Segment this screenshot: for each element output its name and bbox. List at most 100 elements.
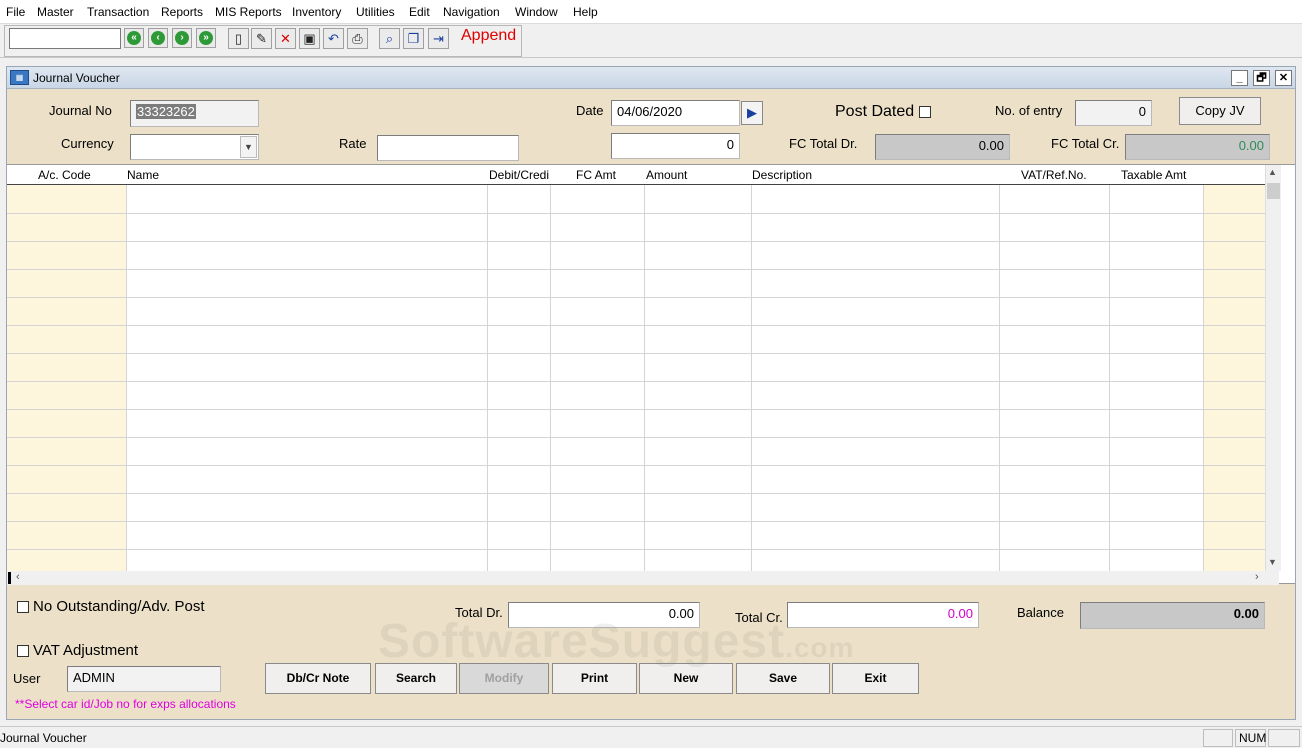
no-outstanding-label: No Outstanding/Adv. Post bbox=[33, 598, 205, 615]
status-pane bbox=[1203, 729, 1233, 747]
mode-label: Append bbox=[461, 27, 517, 44]
horizontal-scrollbar[interactable]: ‹ › bbox=[7, 571, 1279, 585]
menu-window[interactable]: Window bbox=[515, 5, 558, 19]
chevron-down-icon[interactable]: ▼ bbox=[240, 136, 257, 158]
allocation-note: **Select car id/Job no for exps allocati… bbox=[15, 697, 236, 711]
fc-total-dr-field: 0.00 bbox=[875, 134, 1010, 160]
balance-field: 0.00 bbox=[1080, 602, 1265, 629]
save-icon[interactable]: ▣ bbox=[299, 28, 320, 49]
user-field: ADMIN bbox=[67, 666, 221, 692]
journal-no-label: Journal No bbox=[49, 103, 112, 118]
grid-column bbox=[7, 185, 127, 571]
db-cr-note-button[interactable]: Db/Cr Note bbox=[265, 663, 371, 694]
journal-no-value: 33323262 bbox=[136, 104, 196, 119]
menu-help[interactable]: Help bbox=[573, 5, 598, 19]
grid-column bbox=[645, 185, 752, 571]
menu-utilities[interactable]: Utilities bbox=[356, 5, 395, 19]
no-of-entry-label: No. of entry bbox=[995, 103, 1063, 118]
menu-inventory[interactable]: Inventory bbox=[292, 5, 341, 19]
table-row bbox=[7, 409, 1265, 410]
fc-amount-value: 0 bbox=[726, 137, 734, 152]
new-document-icon[interactable]: ▯ bbox=[228, 28, 249, 49]
close-icon[interactable]: ✕ bbox=[1275, 70, 1292, 86]
currency-label: Currency bbox=[61, 136, 114, 151]
table-row bbox=[7, 213, 1265, 214]
previous-record-icon[interactable]: ‹ bbox=[148, 28, 168, 48]
date-field[interactable]: 04/06/2020 bbox=[611, 100, 740, 126]
date-label: Date bbox=[576, 103, 604, 118]
minimize-icon[interactable]: _ bbox=[1231, 70, 1248, 86]
table-row bbox=[7, 353, 1265, 354]
table-row bbox=[7, 325, 1265, 326]
grid-column bbox=[1000, 185, 1110, 571]
vertical-scrollbar[interactable]: ▲ ▼ bbox=[1265, 165, 1281, 571]
no-of-entry-value: 0 bbox=[1138, 104, 1146, 119]
user-label: User bbox=[13, 671, 41, 686]
window-title: Journal Voucher bbox=[33, 71, 120, 85]
date-value: 04/06/2020 bbox=[617, 104, 683, 119]
undo-icon[interactable]: ↶ bbox=[323, 28, 344, 49]
scroll-down-icon[interactable]: ▼ bbox=[1268, 557, 1277, 567]
menu-master[interactable]: Master bbox=[37, 5, 74, 19]
table-row bbox=[7, 493, 1265, 494]
toolbar-record-combo[interactable] bbox=[9, 28, 121, 49]
rate-field[interactable] bbox=[377, 135, 519, 161]
delete-icon[interactable]: ✕ bbox=[275, 28, 296, 49]
post-dated-checkbox[interactable] bbox=[919, 106, 931, 118]
table-row bbox=[7, 437, 1265, 438]
num-lock-indicator: NUM bbox=[1235, 729, 1266, 747]
column-header-vat-ref-no[interactable]: VAT/Ref.No. bbox=[1021, 168, 1087, 182]
scroll-up-icon[interactable]: ▲ bbox=[1268, 167, 1277, 177]
no-of-entry-field[interactable]: 0 bbox=[1075, 100, 1152, 126]
find-icon[interactable]: ⌕ bbox=[379, 28, 400, 49]
watermark: SoftwareSuggest.com bbox=[378, 614, 854, 669]
column-header-description[interactable]: Description bbox=[752, 168, 812, 182]
scroll-left-icon[interactable]: ‹ bbox=[16, 571, 20, 583]
first-record-icon[interactable]: « bbox=[124, 28, 144, 48]
menu-mis-reports[interactable]: MIS Reports bbox=[215, 5, 282, 19]
table-row bbox=[7, 521, 1265, 522]
vat-adjustment-checkbox[interactable] bbox=[17, 645, 29, 657]
column-header-ac-code[interactable]: A/c. Code bbox=[38, 168, 91, 182]
journal-no-field[interactable]: 33323262 bbox=[130, 100, 259, 127]
column-header-fc-amt[interactable]: FC Amt bbox=[576, 168, 616, 182]
scroll-thumb[interactable] bbox=[1267, 183, 1280, 199]
column-header-amount[interactable]: Amount bbox=[646, 168, 687, 182]
status-pane bbox=[1268, 729, 1300, 747]
user-value: ADMIN bbox=[73, 670, 115, 685]
menu-file[interactable]: File bbox=[6, 5, 25, 19]
menu-edit[interactable]: Edit bbox=[409, 5, 430, 19]
table-row bbox=[7, 381, 1265, 382]
next-record-icon[interactable]: › bbox=[172, 28, 192, 48]
watermark-text: SoftwareSuggest bbox=[378, 615, 786, 668]
restore-icon[interactable]: 🗗 bbox=[1253, 70, 1270, 86]
watermark-suffix: .com bbox=[785, 632, 855, 663]
scroll-right-icon[interactable]: › bbox=[1255, 571, 1259, 583]
column-header-debit-credit[interactable]: Debit/Credi bbox=[489, 168, 549, 182]
no-outstanding-checkbox[interactable] bbox=[17, 601, 29, 613]
journal-entry-grid[interactable]: A/c. Code Name Debit/Credi FC Amt Amount… bbox=[7, 164, 1295, 585]
table-row bbox=[7, 297, 1265, 298]
menu-reports[interactable]: Reports bbox=[161, 5, 203, 19]
windows-icon[interactable]: ❐ bbox=[403, 28, 424, 49]
grid-column bbox=[1110, 185, 1204, 571]
grid-column bbox=[551, 185, 645, 571]
last-record-icon[interactable]: » bbox=[196, 28, 216, 48]
menu-transaction[interactable]: Transaction bbox=[87, 5, 149, 19]
grid-header: A/c. Code Name Debit/Credi FC Amt Amount… bbox=[7, 165, 1265, 185]
date-picker-arrow-icon[interactable]: ▶ bbox=[741, 101, 763, 125]
column-header-taxable-amt[interactable]: Taxable Amt bbox=[1121, 168, 1186, 182]
vat-adjustment-label: VAT Adjustment bbox=[33, 642, 139, 659]
grid-column bbox=[127, 185, 488, 571]
app-logo-icon: ▦ bbox=[10, 70, 29, 85]
fc-amount-field[interactable]: 0 bbox=[611, 133, 740, 159]
edit-icon[interactable]: ✎ bbox=[251, 28, 272, 49]
print-icon[interactable]: ⎙ bbox=[347, 28, 368, 49]
status-bar: Journal Voucher NUM bbox=[0, 726, 1302, 748]
exit-icon[interactable]: ⇥ bbox=[428, 28, 449, 49]
menu-navigation[interactable]: Navigation bbox=[443, 5, 500, 19]
copy-jv-button[interactable]: Copy JV bbox=[1179, 97, 1261, 125]
column-header-name[interactable]: Name bbox=[127, 168, 159, 182]
menu-bar: File Master Transaction Reports MIS Repo… bbox=[0, 0, 1302, 24]
currency-select[interactable]: ▼ bbox=[130, 134, 259, 160]
